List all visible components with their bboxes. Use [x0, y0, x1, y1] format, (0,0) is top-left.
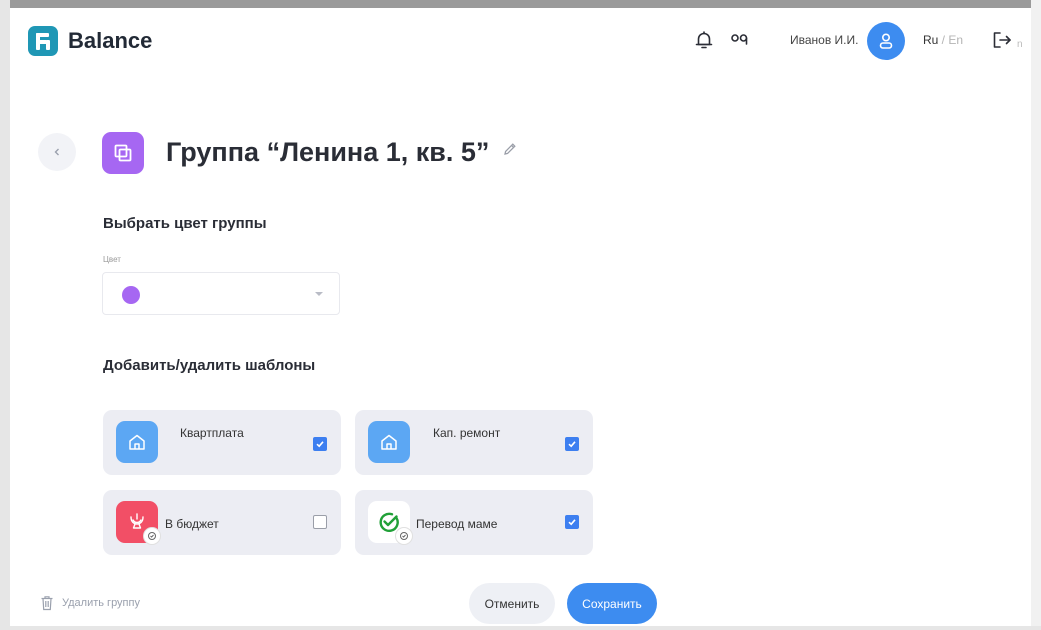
lang-ru[interactable]: Ru [923, 33, 938, 47]
group-icon [102, 132, 144, 174]
template-card-kvartplata[interactable]: Квартплата [103, 410, 341, 475]
color-swatch [122, 286, 140, 304]
template-label: Квартплата [180, 426, 244, 440]
templates-section-title: Добавить/удалить шаблоны [103, 357, 316, 374]
lang-separator: / [938, 33, 949, 47]
trash-icon [41, 596, 53, 611]
color-select[interactable] [102, 272, 340, 315]
page-title: Группа “Ленина 1, кв. 5” [166, 137, 490, 167]
window-frame-left [0, 0, 10, 630]
app-name: Balance [68, 28, 153, 53]
save-button[interactable]: Сохранить [567, 583, 657, 624]
template-icon [116, 421, 158, 463]
back-button[interactable] [38, 133, 76, 171]
bell-icon[interactable] [692, 28, 716, 52]
logout-suffix: n [1017, 39, 1023, 50]
app-logo[interactable]: Balance [28, 26, 152, 56]
cancel-button[interactable]: Отменить [469, 583, 555, 624]
house-icon [129, 434, 145, 450]
check-icon [568, 519, 576, 526]
logo-icon [28, 26, 58, 56]
template-checkbox[interactable] [313, 515, 327, 529]
language-switcher[interactable]: Ru / En [923, 33, 963, 47]
template-card-v-byudzhet[interactable]: В бюджет [103, 490, 341, 555]
badge-icon [395, 527, 413, 545]
template-label: В бюджет [165, 517, 219, 531]
logout-icon[interactable] [990, 28, 1014, 52]
link-icon[interactable] [728, 28, 752, 52]
color-section-title: Выбрать цвет группы [103, 215, 267, 232]
template-icon [368, 421, 410, 463]
template-card-kap-remont[interactable]: Кап. ремонт [355, 410, 593, 475]
pencil-icon[interactable] [502, 141, 518, 157]
user-avatar[interactable] [867, 22, 905, 60]
house-icon [381, 434, 397, 450]
template-label: Перевод маме [416, 517, 498, 531]
window-frame-top [0, 0, 1041, 8]
chevron-left-icon [54, 148, 59, 156]
template-checkbox[interactable] [313, 437, 327, 451]
window-frame-right [1031, 0, 1041, 630]
user-name[interactable]: Иванов И.И. [790, 33, 858, 47]
window-frame-bottom [0, 626, 1041, 630]
color-field-label: Цвет [103, 255, 121, 264]
template-checkbox[interactable] [565, 437, 579, 451]
template-label: Кап. ремонт [433, 426, 501, 440]
badge-icon [143, 527, 161, 545]
delete-group-link[interactable]: Удалить группу [40, 595, 140, 611]
user-icon [879, 33, 893, 49]
chevron-down-icon [315, 292, 323, 296]
lang-en[interactable]: En [948, 33, 963, 47]
group-squares-icon [114, 144, 132, 162]
delete-group-label: Удалить группу [62, 597, 140, 609]
template-checkbox[interactable] [565, 515, 579, 529]
template-card-perevod-mame[interactable]: Перевод маме [355, 490, 593, 555]
check-icon [316, 441, 324, 448]
check-icon [568, 441, 576, 448]
